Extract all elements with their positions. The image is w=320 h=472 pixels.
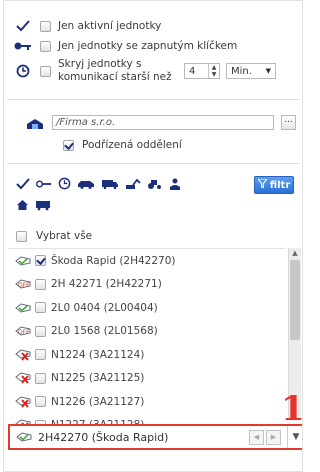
clock-icon[interactable] xyxy=(58,177,71,190)
checkmark-icon[interactable] xyxy=(16,177,30,190)
list-item[interactable]: OFF 2L0 1568 (2L01568) xyxy=(8,320,286,344)
annotation-number: 1 xyxy=(281,389,305,429)
car-icon[interactable] xyxy=(77,179,95,189)
key-icon xyxy=(14,41,32,51)
hide-old-units-checkbox[interactable] xyxy=(40,65,51,77)
vehicle-list: Škoda Rapid (2H42270) OFF 2H 42271 (2H4227… xyxy=(8,248,286,431)
subdivisions-checkbox[interactable] xyxy=(63,140,74,151)
filter-active-units[interactable]: Jen aktivní jednotky xyxy=(14,17,296,35)
vehicle-off-icon: OFF xyxy=(15,279,31,289)
checkmark-icon xyxy=(14,20,32,32)
vehicle-ok-icon xyxy=(15,303,31,313)
list-item-label: 2L0 1568 (2L01568) xyxy=(51,325,158,338)
filter-button-label: filtr xyxy=(269,179,291,191)
key-icon[interactable] xyxy=(36,179,52,189)
list-item-checkbox[interactable] xyxy=(35,349,46,361)
prev-icon[interactable]: ◀ xyxy=(249,429,264,445)
type-filter-icons xyxy=(16,177,187,190)
list-item[interactable]: Škoda Rapid (2H42270) xyxy=(8,249,286,273)
vehicle-filter-panel: Jen aktivní jednotky Jen jednotky se zap… xyxy=(3,0,303,472)
vehicle-error-icon xyxy=(15,396,31,408)
select-all[interactable]: Vybrat vše xyxy=(16,230,92,243)
next-icon[interactable]: ▶ xyxy=(266,429,281,445)
list-item[interactable]: 2L0 0404 (2L00404) xyxy=(8,296,286,320)
active-units-checkbox[interactable] xyxy=(40,20,51,32)
type-filter-icons-2 xyxy=(16,199,57,211)
selected-vehicle-bar[interactable]: 2H42270 (Škoda Rapid) ◀ ▶ ▼ xyxy=(8,424,302,450)
truck-icon[interactable] xyxy=(101,179,119,189)
list-item[interactable]: N1225 (3A21125) xyxy=(8,367,286,391)
hide-old-units-label-line2: komunikací starší než xyxy=(58,71,172,83)
vehicle-off-icon: OFF xyxy=(15,326,31,336)
list-item-label: N1225 (3A21125) xyxy=(51,372,145,385)
chevron-down-icon: ▼ xyxy=(265,67,271,75)
divider xyxy=(7,163,299,164)
time-unit-select[interactable]: Min. ▼ xyxy=(226,63,276,79)
funnel-icon xyxy=(256,178,268,191)
list-item-checkbox[interactable] xyxy=(35,372,46,384)
vehicle-ok-icon xyxy=(15,256,31,266)
chevron-down-icon[interactable]: ▼ xyxy=(287,426,302,448)
active-units-label: Jen aktivní jednotky xyxy=(58,19,162,32)
svg-text:OFF: OFF xyxy=(18,329,30,336)
hide-old-units-label-line1: Skryj jednotky s xyxy=(58,58,142,70)
key-units-label: Jen jednotky se zapnutým klíčkem xyxy=(58,39,238,52)
person-icon[interactable] xyxy=(169,178,181,190)
vehicle-ok-icon xyxy=(16,432,32,442)
svg-text:OFF: OFF xyxy=(18,282,30,289)
minutes-stepper[interactable]: 4 ▲ ▼ xyxy=(184,63,220,79)
filter-options: Jen aktivní jednotky Jen jednotky se zap… xyxy=(14,17,296,87)
list-item[interactable]: OFF 2H 42271 (2H42271) xyxy=(8,273,286,297)
tractor-icon[interactable] xyxy=(147,178,163,190)
vehicle-error-icon xyxy=(15,349,31,361)
firm-icon xyxy=(26,118,44,130)
list-item-checkbox[interactable] xyxy=(35,325,46,337)
bus-icon[interactable] xyxy=(35,200,51,211)
list-item-label: Škoda Rapid (2H42270) xyxy=(51,254,176,267)
scroll-thumb[interactable] xyxy=(290,260,300,340)
vehicle-error-icon xyxy=(15,372,31,384)
select-all-checkbox[interactable] xyxy=(16,231,27,242)
stepper-down-icon[interactable]: ▼ xyxy=(209,71,219,78)
firm-browse-button[interactable]: ... xyxy=(281,115,296,130)
firm-input[interactable]: /Firma s.r.o. xyxy=(52,115,274,130)
list-item-checkbox[interactable] xyxy=(35,278,46,290)
clock-icon xyxy=(14,64,32,78)
key-units-checkbox[interactable] xyxy=(40,40,51,52)
subdivisions-option[interactable]: Podřízená oddělení xyxy=(63,139,182,152)
home-icon[interactable] xyxy=(16,199,29,211)
stepper-arrows[interactable]: ▲ ▼ xyxy=(208,64,219,78)
hide-old-units-label: Skryj jednotky s komunikací starší než xyxy=(58,58,176,84)
select-all-label: Vybrat vše xyxy=(36,230,93,242)
filter-hide-old-units[interactable]: Skryj jednotky s komunikací starší než 4… xyxy=(14,57,296,85)
stepper-up-icon[interactable]: ▲ xyxy=(209,64,219,71)
filter-button[interactable]: filtr xyxy=(254,176,294,194)
selected-pager: ◀ ▶ ▼ xyxy=(247,426,302,448)
list-item-label: N1224 (3A21124) xyxy=(51,348,145,361)
list-item-label: 2L0 0404 (2L00404) xyxy=(51,301,158,314)
divider xyxy=(7,99,299,100)
list-item-label: 2H 42271 (2H42271) xyxy=(51,278,162,291)
filter-key-units[interactable]: Jen jednotky se zapnutým klíčkem xyxy=(14,37,296,55)
list-item-checkbox[interactable] xyxy=(35,255,46,267)
list-item[interactable]: N1224 (3A21124) xyxy=(8,343,286,367)
excavator-icon[interactable] xyxy=(125,178,141,190)
time-unit-value: Min. xyxy=(231,65,252,77)
minutes-value[interactable]: 4 xyxy=(185,66,208,77)
selected-vehicle-label: 2H42270 (Škoda Rapid) xyxy=(38,430,169,444)
list-item-label: N1226 (3A21127) xyxy=(51,395,145,408)
list-item[interactable]: N1226 (3A21127) xyxy=(8,390,286,414)
list-item-checkbox[interactable] xyxy=(35,302,46,314)
list-item-checkbox[interactable] xyxy=(35,396,46,408)
subdivisions-label: Podřízená oddělení xyxy=(82,139,182,151)
scroll-up-icon[interactable]: ▲ xyxy=(289,248,301,258)
